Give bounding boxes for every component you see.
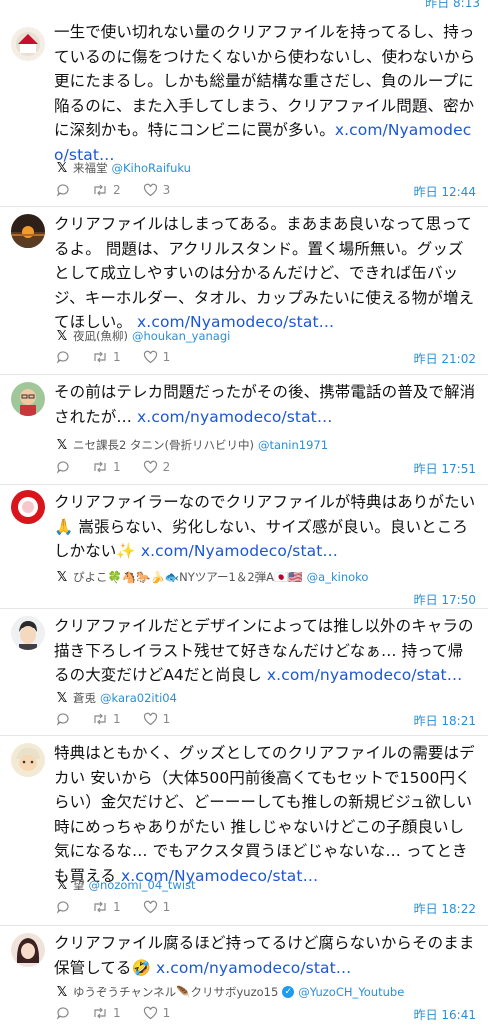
avatar-image <box>11 490 45 524</box>
avatar[interactable] <box>11 27 45 61</box>
reaction-feed: 昨日 8:13 一生で使い切れない量のクリアファイルを持ってるし、持っているのに… <box>0 0 488 1036</box>
reply-icon <box>56 461 69 474</box>
retweet-button[interactable]: 1 <box>92 900 121 914</box>
post-link[interactable]: x.com/nyamodeco/stat… <box>156 959 351 977</box>
post-card[interactable]: クリアファイラーなのでクリアファイルが特典はありがたい🙏 嵩張らない、劣化しない… <box>0 485 488 609</box>
retweet-icon <box>94 351 106 363</box>
reply-icon <box>56 713 69 726</box>
heart-icon <box>143 183 157 197</box>
post-timestamp[interactable]: 昨日 17:51 <box>414 460 476 477</box>
post-text: その前はテレカ問題だったがその後、携帯電話の普及で解消されたが… x.com/n… <box>54 383 476 426</box>
post-text: クリアファイラーなのでクリアファイルが特典はありがたい🙏 嵩張らない、劣化しない… <box>54 493 476 560</box>
post-timestamp[interactable]: 昨日 16:41 <box>414 1006 476 1023</box>
reply-button[interactable] <box>56 460 70 474</box>
avatar[interactable] <box>11 490 45 524</box>
x-logo-icon: 𝕏 <box>56 569 68 585</box>
retweet-button[interactable]: 1 <box>92 460 121 474</box>
avatar[interactable] <box>11 743 45 777</box>
retweet-icon <box>94 713 106 725</box>
post-source[interactable]: 𝕏 蒼兎 @kara02iti04 <box>55 690 177 706</box>
x-logo-icon: 𝕏 <box>56 160 68 176</box>
x-logo-icon: 𝕏 <box>56 437 68 453</box>
post-source[interactable]: 𝕏 ニセ課長2 タニン(骨折リハビリ中) @tanin1971 <box>55 437 328 453</box>
heart-icon <box>143 460 157 474</box>
post-card[interactable]: 特典はともかく、グッズとしてのクリアファイルの需要はデカい 安いから（大体500… <box>0 736 488 926</box>
post-actions: 1 1 <box>56 712 192 726</box>
post-source[interactable]: 𝕏 ぴよこ🍀🐴🐎🍌🐟NYツアー1＆2弾A🇯🇵🇺🇸 @a_kinoko <box>55 569 369 585</box>
post-timestamp[interactable]: 昨日 17:50 <box>414 591 476 608</box>
x-logo-icon: 𝕏 <box>56 690 68 706</box>
post-source[interactable]: 𝕏 来福堂 @KihoRaifuku <box>55 160 191 176</box>
post-text: クリアファイル腐るほど持ってるけど腐らないからそのまま保管してる🤣 x.com/… <box>54 934 475 977</box>
post-card[interactable]: クリアファイルはしまってある。まあまあ良いなって思ってるよ。 問題は、アクリルス… <box>0 207 488 375</box>
x-logo-icon: 𝕏 <box>56 984 68 1000</box>
retweet-icon <box>94 901 106 913</box>
post-actions: 1 1 <box>56 900 192 914</box>
retweet-icon <box>94 184 106 196</box>
post-actions: 1 2 <box>56 460 192 474</box>
reply-icon <box>56 351 69 364</box>
avatar-image <box>11 933 45 967</box>
avatar-image <box>11 616 45 650</box>
reply-button[interactable] <box>56 900 70 914</box>
avatar[interactable] <box>11 933 45 967</box>
retweet-icon <box>94 461 106 473</box>
retweet-button[interactable]: 1 <box>92 712 121 726</box>
avatar[interactable] <box>11 616 45 650</box>
reply-icon <box>56 901 69 914</box>
heart-icon <box>143 1006 157 1020</box>
post-text: 特典はともかく、グッズとしてのクリアファイルの需要はデカい 安いから（大体500… <box>54 744 475 885</box>
reply-button[interactable] <box>56 712 70 726</box>
reply-button[interactable] <box>56 1006 70 1020</box>
like-button[interactable]: 1 <box>143 1006 170 1020</box>
like-button[interactable]: 1 <box>143 712 170 726</box>
like-button[interactable]: 1 <box>143 900 170 914</box>
heart-icon <box>143 712 157 726</box>
avatar-image <box>11 27 45 61</box>
retweet-icon <box>94 1007 106 1019</box>
post-timestamp[interactable]: 昨日 12:44 <box>414 183 476 200</box>
post-card[interactable]: 一生で使い切れない量のクリアファイルを持ってるし、持っているのに傷をつけたくない… <box>0 0 488 207</box>
post-timestamp[interactable]: 昨日 18:22 <box>414 900 476 917</box>
post-text: 一生で使い切れない量のクリアファイルを持ってるし、持っているのに傷をつけたくない… <box>54 23 476 164</box>
post-text: クリアファイルだとデザインによっては推し以外のキャラの描き下ろしイラスト残せて好… <box>54 617 474 684</box>
post-actions: 1 1 <box>56 350 192 364</box>
avatar[interactable] <box>11 382 45 416</box>
post-text: クリアファイルはしまってある。まあまあ良いなって思ってるよ。 問題は、アクリルス… <box>54 215 475 331</box>
retweet-button[interactable]: 2 <box>92 183 121 197</box>
retweet-button[interactable]: 1 <box>92 350 121 364</box>
reply-icon <box>56 184 69 197</box>
reply-button[interactable] <box>56 350 70 364</box>
like-button[interactable]: 1 <box>143 350 170 364</box>
post-card[interactable]: その前はテレカ問題だったがその後、携帯電話の普及で解消されたが… x.com/n… <box>0 375 488 485</box>
post-link[interactable]: x.com/nyamodeco/stat… <box>137 408 332 426</box>
heart-icon <box>143 900 157 914</box>
post-link[interactable]: x.com/nyamodeco/stat… <box>267 666 462 684</box>
post-card[interactable]: クリアファイル腐るほど持ってるけど腐らないからそのまま保管してる🤣 x.com/… <box>0 926 488 1036</box>
post-card[interactable]: クリアファイルだとデザインによっては推し以外のキャラの描き下ろしイラスト残せて好… <box>0 609 488 736</box>
x-logo-icon: 𝕏 <box>56 877 68 893</box>
post-timestamp[interactable]: 昨日 21:02 <box>414 350 476 367</box>
post-source[interactable]: 𝕏 夜凪(魚柳) @houkan_yanagi <box>55 328 231 344</box>
post-source[interactable]: 𝕏 ゆうぞうチャンネル🪶クリサボyuzo15 ✓ @YuzoCH_Youtube <box>55 984 405 1000</box>
verified-badge-icon: ✓ <box>282 986 295 998</box>
retweet-button[interactable]: 1 <box>92 1006 121 1020</box>
post-link[interactable]: x.com/Nyamodeco/stat… <box>141 542 338 560</box>
avatar-image <box>11 214 45 248</box>
post-source[interactable]: 𝕏 望 @nozomi_04_twist <box>55 877 196 893</box>
post-actions: 1 1 <box>56 1006 192 1020</box>
reply-icon <box>56 1007 69 1020</box>
reply-button[interactable] <box>56 183 70 197</box>
heart-icon <box>143 350 157 364</box>
avatar[interactable] <box>11 214 45 248</box>
post-timestamp[interactable]: 昨日 18:21 <box>414 712 476 729</box>
like-button[interactable]: 2 <box>143 460 170 474</box>
like-button[interactable]: 3 <box>143 183 170 197</box>
x-logo-icon: 𝕏 <box>56 328 68 344</box>
post-actions: 2 3 <box>56 183 192 197</box>
avatar-image <box>11 382 45 416</box>
avatar-image <box>11 743 45 777</box>
